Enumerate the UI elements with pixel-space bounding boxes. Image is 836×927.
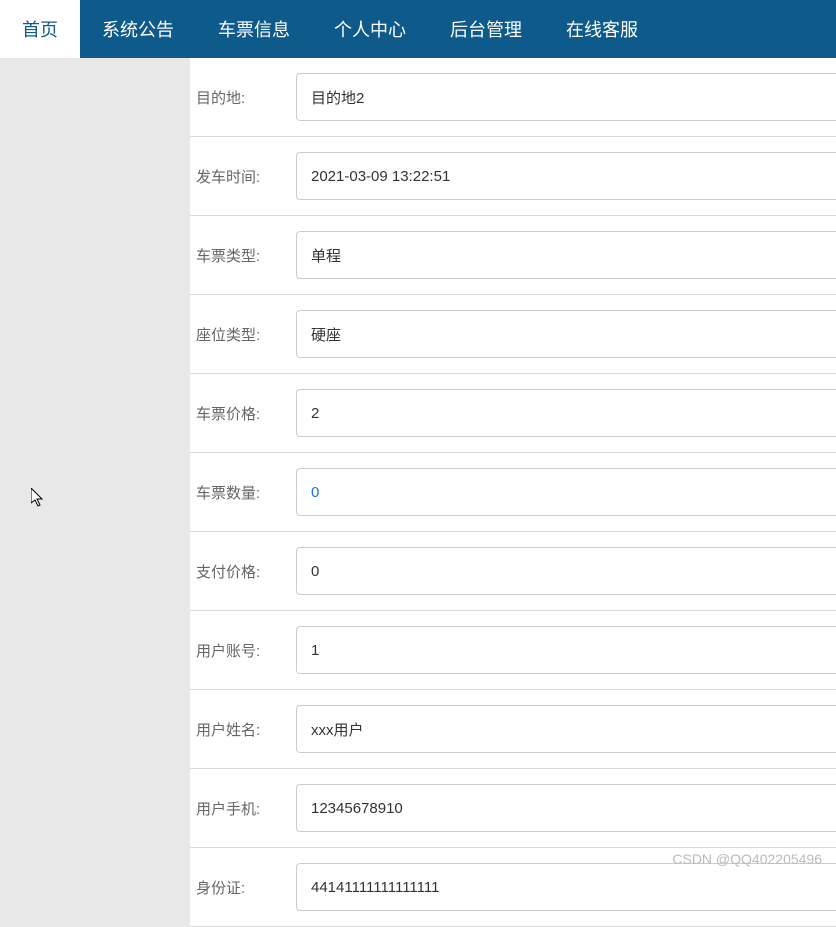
input-depart-time[interactable] [296,152,836,200]
watermark: CSDN @QQ402205496 [672,851,822,867]
row-user-account: 用户账号: [190,611,836,690]
label-ticket-type: 车票类型: [196,245,296,266]
label-pay-price: 支付价格: [196,561,296,582]
form-panel: 目的地: 发车时间: 车票类型: 座位类型: 车票价格: 车票数量: 支付价格: [190,58,836,927]
nav-customer-service[interactable]: 在线客服 [544,0,660,58]
row-destination: 目的地: [190,58,836,137]
input-seat-type[interactable] [296,310,836,358]
nav-personal-center[interactable]: 个人中心 [312,0,428,58]
label-ticket-price: 车票价格: [196,403,296,424]
input-user-account[interactable] [296,626,836,674]
row-ticket-price: 车票价格: [190,374,836,453]
input-ticket-type[interactable] [296,231,836,279]
row-ticket-qty: 车票数量: [190,453,836,532]
input-pay-price[interactable] [296,547,836,595]
row-user-phone: 用户手机: [190,769,836,848]
label-depart-time: 发车时间: [196,166,296,187]
label-id-card: 身份证: [196,877,296,898]
nav-admin[interactable]: 后台管理 [428,0,544,58]
label-user-phone: 用户手机: [196,798,296,819]
row-pay-price: 支付价格: [190,532,836,611]
top-navigation: 首页 系统公告 车票信息 个人中心 后台管理 在线客服 [0,0,836,58]
label-ticket-qty: 车票数量: [196,482,296,503]
row-depart-time: 发车时间: [190,137,836,216]
nav-announcement[interactable]: 系统公告 [80,0,196,58]
row-user-name: 用户姓名: [190,690,836,769]
input-ticket-price[interactable] [296,389,836,437]
input-destination[interactable] [296,73,836,121]
input-user-phone[interactable] [296,784,836,832]
input-ticket-qty[interactable] [296,468,836,516]
content-area: 目的地: 发车时间: 车票类型: 座位类型: 车票价格: 车票数量: 支付价格: [0,58,836,927]
label-user-name: 用户姓名: [196,719,296,740]
input-id-card[interactable] [296,863,836,911]
row-ticket-type: 车票类型: [190,216,836,295]
label-destination: 目的地: [196,87,296,108]
label-seat-type: 座位类型: [196,324,296,345]
nav-home[interactable]: 首页 [0,0,80,58]
nav-ticket-info[interactable]: 车票信息 [196,0,312,58]
label-user-account: 用户账号: [196,640,296,661]
row-seat-type: 座位类型: [190,295,836,374]
input-user-name[interactable] [296,705,836,753]
sidebar-spacer [0,58,190,927]
